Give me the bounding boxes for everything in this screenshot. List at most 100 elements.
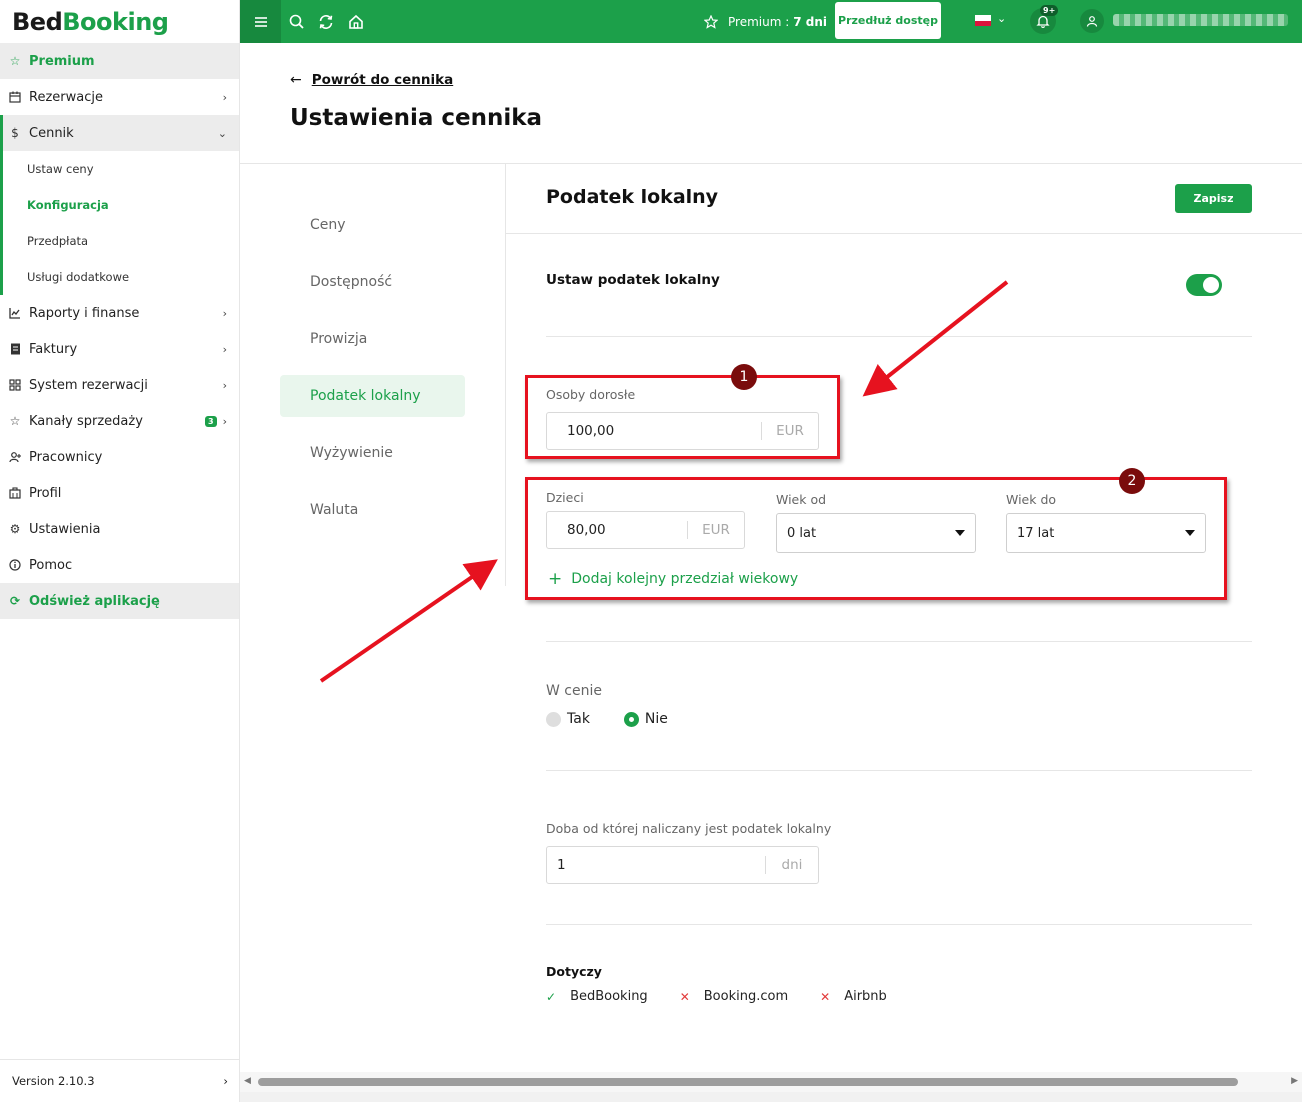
sidebar-item-booking-system[interactable]: System rezerwacji › xyxy=(0,367,239,403)
arrow-to-children xyxy=(319,559,498,683)
channels-count-badge: 3 xyxy=(205,415,217,427)
sidebar-item-help[interactable]: Pomoc xyxy=(0,547,239,583)
sidebar-item-label: Faktury xyxy=(29,341,78,357)
settings-tab-prices[interactable]: Ceny xyxy=(280,204,465,246)
sidebar-item-label: Cennik xyxy=(29,125,74,141)
settings-tab-meals[interactable]: Wyżywienie xyxy=(280,432,465,474)
chevron-right-icon: › xyxy=(222,414,227,428)
radio-no[interactable] xyxy=(623,711,639,727)
back-to-pricing-link[interactable]: ← Powrót do cennika xyxy=(290,72,453,88)
topbar: Premium : 7 dni Przedłuż dostęp ⌄ 9+ xyxy=(240,0,1302,43)
scroll-left-arrow-icon[interactable]: ◀ xyxy=(244,1076,251,1086)
included-in-price-radio-group: Tak Nie xyxy=(546,711,668,727)
user-add-icon xyxy=(8,450,22,464)
bell-icon xyxy=(1036,15,1050,28)
vertical-divider xyxy=(505,163,506,586)
submenu-item-prepayment[interactable]: Przedpłata xyxy=(3,223,239,259)
sidebar-item-label: Pracownicy xyxy=(29,449,103,465)
sidebar-item-employees[interactable]: Pracownicy xyxy=(0,439,239,475)
premium-text: Premium : xyxy=(728,14,790,29)
applies-to-label: Dotyczy xyxy=(546,964,602,979)
sidebar-item-reports[interactable]: Raporty i finanse › xyxy=(0,295,239,331)
gear-icon: ⚙ xyxy=(9,522,21,536)
radio-no-label[interactable]: Nie xyxy=(645,711,668,727)
search-icon xyxy=(289,14,304,29)
sidebar-item-invoices[interactable]: Faktury › xyxy=(0,331,239,367)
section-divider xyxy=(546,924,1252,925)
sidebar-item-pricing[interactable]: $ Cennik ⌄ xyxy=(0,115,239,151)
pricing-submenu: Ustaw ceny Konfiguracja Przedpłata Usług… xyxy=(0,151,239,295)
chevron-right-icon: › xyxy=(222,306,227,320)
chevron-down-icon[interactable]: ⌄ xyxy=(997,12,1006,25)
hamburger-icon xyxy=(254,16,267,27)
sidebar-item-label: Ustawienia xyxy=(29,521,101,537)
sidebar-item-label: Premium xyxy=(29,53,95,69)
section-divider xyxy=(546,336,1252,337)
save-button[interactable]: Zapisz xyxy=(1175,184,1252,213)
radio-yes-label[interactable]: Tak xyxy=(567,711,590,727)
sidebar-item-settings[interactable]: ⚙ Ustawienia xyxy=(0,511,239,547)
avatar[interactable] xyxy=(1080,9,1104,33)
sidebar-item-premium[interactable]: ☆ Premium xyxy=(0,43,239,79)
chart-icon xyxy=(8,306,22,320)
chevron-right-icon: › xyxy=(222,342,227,356)
sidebar-item-reservations[interactable]: Rezerwacje › xyxy=(0,79,239,115)
channel-bedbooking: ✓ BedBooking xyxy=(546,989,648,1004)
sidebar-item-label: Pomoc xyxy=(29,557,73,573)
home-button[interactable] xyxy=(341,0,371,43)
calendar-icon xyxy=(8,90,22,104)
sync-button[interactable] xyxy=(311,0,341,43)
poland-flag-icon[interactable] xyxy=(975,15,991,26)
section-divider xyxy=(546,770,1252,771)
notifications-badge: 9+ xyxy=(1040,5,1059,16)
cross-icon: ✕ xyxy=(820,989,831,1004)
scrollbar-thumb[interactable] xyxy=(258,1078,1238,1086)
sync-icon xyxy=(319,14,333,29)
refresh-icon: ⟳ xyxy=(9,594,21,608)
settings-tab-currency[interactable]: Waluta xyxy=(280,489,465,531)
night-from-input[interactable]: 1 dni xyxy=(546,846,819,884)
settings-tab-commission[interactable]: Prowizja xyxy=(280,318,465,360)
search-button[interactable] xyxy=(281,0,311,43)
submenu-item-set-prices[interactable]: Ustaw ceny xyxy=(3,151,239,187)
local-tax-toggle[interactable] xyxy=(1186,274,1222,296)
check-icon: ✓ xyxy=(546,989,557,1004)
night-from-label: Doba od której naliczany jest podatek lo… xyxy=(546,821,832,836)
home-icon xyxy=(349,14,363,29)
dollar-icon: $ xyxy=(11,126,19,140)
panel-title: Podatek lokalny xyxy=(546,186,719,208)
sidebar-item-profile[interactable]: Profil xyxy=(0,475,239,511)
star-outline-icon: ☆ xyxy=(9,414,21,428)
menu-toggle-button[interactable] xyxy=(240,0,281,43)
sidebar-item-label: Kanały sprzedaży xyxy=(29,413,143,429)
settings-tab-local-tax[interactable]: Podatek lokalny xyxy=(280,375,465,417)
settings-tab-availability[interactable]: Dostępność xyxy=(280,261,465,303)
cross-icon: ✕ xyxy=(679,989,690,1004)
logo[interactable]: Bed Booking xyxy=(0,0,239,43)
refresh-app-button[interactable]: ⟳ Odśwież aplikację xyxy=(0,583,239,619)
arrow-left-icon: ← xyxy=(290,72,302,88)
scroll-right-arrow-icon[interactable]: ▶ xyxy=(1291,1076,1298,1086)
days-unit: dni xyxy=(781,857,803,873)
active-indicator xyxy=(0,115,3,151)
version-label: Version 2.10.3 xyxy=(12,1074,95,1088)
user-name-redacted[interactable] xyxy=(1113,14,1288,26)
extend-access-button[interactable]: Przedłuż dostęp xyxy=(835,2,941,39)
channel-name: Airbnb xyxy=(844,989,887,1004)
header-divider xyxy=(240,163,1302,164)
submenu-item-extra-services[interactable]: Usługi dodatkowe xyxy=(3,259,239,295)
chevron-right-icon: › xyxy=(222,378,227,392)
settings-nav: Ceny Dostępność Prowizja Podatek lokalny… xyxy=(280,204,465,546)
sidebar: Bed Booking ☆ Premium Rezerwacje › $ Cenn… xyxy=(0,0,240,1102)
logo-text-booking: Booking xyxy=(62,7,169,36)
submenu-item-configuration[interactable]: Konfiguracja xyxy=(3,187,239,223)
radio-yes[interactable] xyxy=(546,711,561,727)
sidebar-item-label: Profil xyxy=(29,485,62,501)
sidebar-item-sales-channels[interactable]: ☆ Kanały sprzedaży 3 › xyxy=(0,403,239,439)
section-divider xyxy=(546,641,1252,642)
local-tax-toggle-label: Ustaw podatek lokalny xyxy=(546,272,720,288)
version-footer[interactable]: Version 2.10.3 › xyxy=(0,1059,240,1102)
premium-days: 7 dni xyxy=(793,14,828,29)
horizontal-scrollbar[interactable]: ◀ ▶ xyxy=(240,1072,1302,1092)
annotation-marker-2: 2 xyxy=(1119,468,1145,494)
